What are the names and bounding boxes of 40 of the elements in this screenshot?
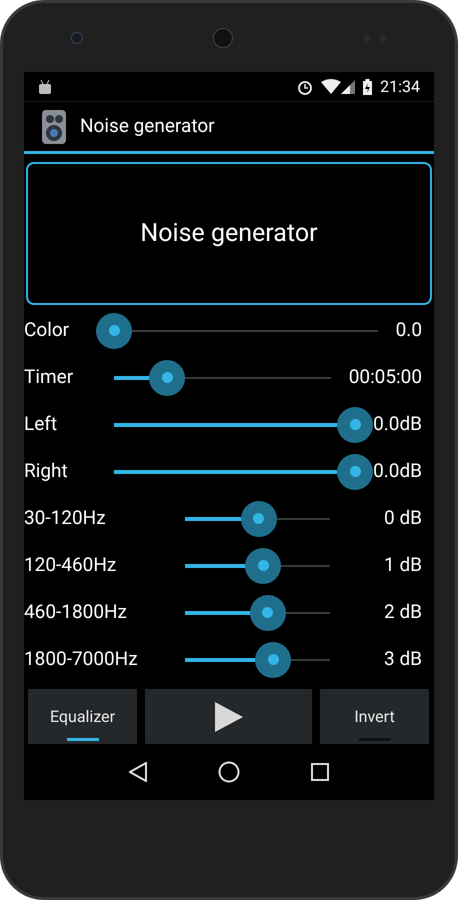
slider-label: 1800-7000Hz <box>24 646 139 672</box>
slider-thumb[interactable] <box>96 312 132 348</box>
slider-label: Right <box>24 458 69 484</box>
play-icon <box>214 702 242 732</box>
app-title: Noise generator <box>80 113 215 140</box>
display-text: Noise generator <box>140 218 318 250</box>
slider-label: 460-1800Hz <box>24 599 128 626</box>
slider-thumb[interactable] <box>255 642 292 678</box>
play-button[interactable] <box>145 689 312 744</box>
speaker-icon <box>42 110 66 144</box>
alarm-icon <box>297 78 314 94</box>
toggle-button[interactable]: Equalizer <box>28 689 137 744</box>
slider-thumb[interactable] <box>240 500 277 536</box>
slider-thumb[interactable] <box>149 360 186 396</box>
slider-value: 2 dB <box>383 599 422 626</box>
slider-value: 3 dB <box>383 646 422 672</box>
toggle-button[interactable]: Invert <box>320 689 429 744</box>
battery-icon <box>363 78 372 94</box>
slider-thumb[interactable] <box>250 594 286 630</box>
slider-value: 00:05:00 <box>348 364 422 390</box>
camera-icon <box>71 32 83 44</box>
slider-value: 0.0dB <box>373 458 422 484</box>
slider-thumb[interactable] <box>245 548 282 584</box>
slider-label: Color <box>24 317 70 344</box>
slider-label: 120-460Hz <box>24 552 118 578</box>
slider-value: 0.0dB <box>373 411 422 438</box>
signal-icon <box>341 80 356 94</box>
slider-value: 1 dB <box>383 552 422 578</box>
slider-label: 30-120Hz <box>24 505 107 532</box>
slider-thumb[interactable] <box>337 454 374 490</box>
slider-value: 0 dB <box>383 505 422 532</box>
speaker-grille <box>213 28 233 48</box>
back-icon[interactable] <box>129 762 148 782</box>
slider-value: 0.0 <box>396 317 422 344</box>
home-icon[interactable] <box>218 761 240 783</box>
clock: 21:34 <box>380 76 420 98</box>
slider-thumb[interactable] <box>337 406 374 442</box>
recents-icon[interactable] <box>310 763 329 781</box>
slider-label: Timer <box>24 364 74 390</box>
slider-label: Left <box>24 411 58 438</box>
